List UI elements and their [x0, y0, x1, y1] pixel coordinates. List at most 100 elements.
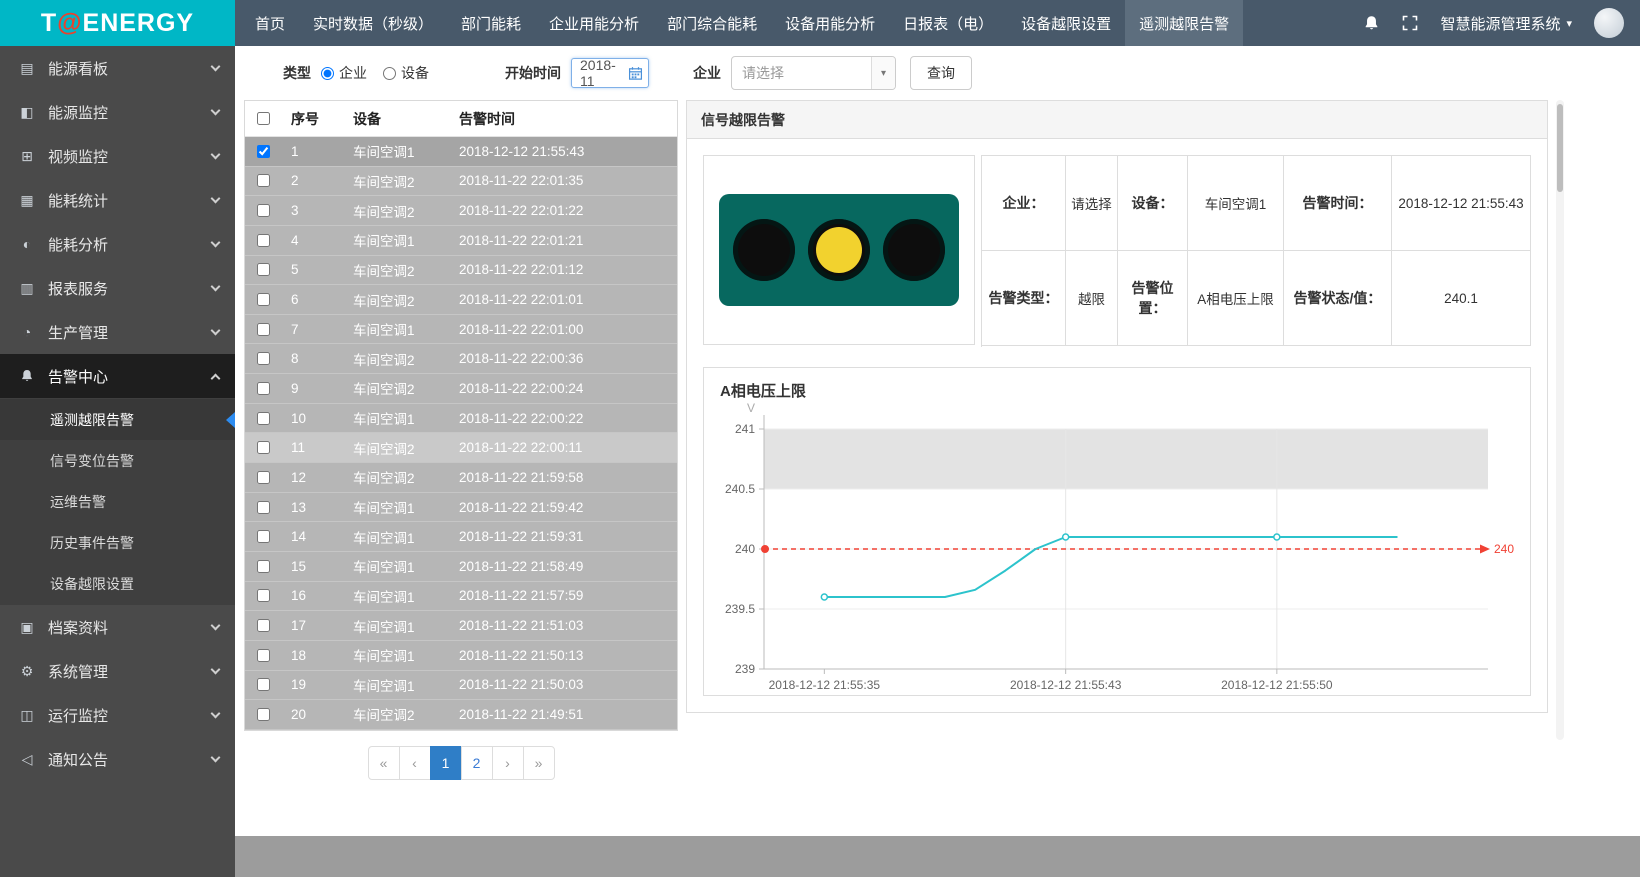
sidebar-subitem-4[interactable]: 历史事件告警: [0, 522, 235, 563]
pagination-prev[interactable]: ‹: [399, 746, 431, 780]
row-checkbox[interactable]: [257, 649, 270, 662]
select-all-checkbox[interactable]: [257, 112, 270, 125]
row-checkbox[interactable]: [257, 708, 270, 721]
folder-icon: ▣: [18, 619, 36, 636]
row-no: 20: [281, 707, 353, 722]
table-row[interactable]: 9车间空调22018-11-22 22:00:24: [245, 374, 677, 404]
row-checkbox[interactable]: [257, 560, 270, 573]
sidebar-item-12[interactable]: ◁通知公告: [0, 737, 235, 781]
nav-item-6[interactable]: 设备用能分析: [771, 0, 889, 46]
table-row[interactable]: 17车间空调12018-11-22 21:51:03: [245, 611, 677, 641]
fullscreen-icon[interactable]: [1402, 15, 1418, 31]
row-checkbox[interactable]: [257, 412, 270, 425]
row-no: 17: [281, 618, 353, 633]
megaphone-icon: ◁: [18, 751, 36, 768]
table-row[interactable]: 15车间空调12018-11-22 21:58:49: [245, 552, 677, 582]
row-checkbox[interactable]: [257, 501, 270, 514]
row-no: 14: [281, 529, 353, 544]
row-checkbox[interactable]: [257, 619, 270, 632]
row-checkbox[interactable]: [257, 471, 270, 484]
sidebar-item-3[interactable]: ⊞视频监控: [0, 134, 235, 178]
sidebar-subitem-1[interactable]: 遥测越限告警: [0, 399, 235, 440]
sidebar-item-8[interactable]: 告警中心: [0, 354, 235, 398]
row-checkbox[interactable]: [257, 352, 270, 365]
table-row[interactable]: 16车间空调12018-11-22 21:57:59: [245, 582, 677, 612]
pagination-next[interactable]: ›: [492, 746, 524, 780]
pagination-last[interactable]: »: [523, 746, 555, 780]
table-row[interactable]: 8车间空调22018-11-22 22:00:36: [245, 344, 677, 374]
threshold-label: 240: [1494, 542, 1514, 556]
nav-item-5[interactable]: 部门综合能耗: [653, 0, 771, 46]
row-no: 18: [281, 648, 353, 663]
row-checkbox[interactable]: [257, 382, 270, 395]
notification-bell-icon[interactable]: [1363, 15, 1380, 32]
row-checkbox[interactable]: [257, 145, 270, 158]
sidebar-item-5[interactable]: ◐能耗分析: [0, 222, 235, 266]
calendar-icon[interactable]: [628, 66, 643, 81]
pagination-page-2[interactable]: 2: [461, 746, 493, 780]
type-radio-device[interactable]: 设备: [383, 63, 429, 83]
scrollbar[interactable]: [1556, 100, 1564, 740]
type-radio-enterprise[interactable]: 企业: [321, 63, 367, 83]
sidebar-subitem-5[interactable]: 设备越限设置: [0, 563, 235, 604]
row-device: 车间空调2: [353, 467, 459, 487]
query-button[interactable]: 查询: [910, 56, 972, 90]
nav-item-7[interactable]: 日报表（电）: [889, 0, 1007, 46]
table-row[interactable]: 7车间空调12018-11-22 22:01:00: [245, 315, 677, 345]
row-checkbox[interactable]: [257, 589, 270, 602]
table-row[interactable]: 11车间空调22018-11-22 22:00:11: [245, 433, 677, 463]
video-grid-icon: ⊞: [18, 148, 36, 165]
table-row[interactable]: 6车间空调22018-11-22 22:01:01: [245, 285, 677, 315]
row-checkbox[interactable]: [257, 441, 270, 454]
sidebar-item-6[interactable]: ▥报表服务: [0, 266, 235, 310]
device-radio[interactable]: [383, 67, 396, 80]
system-menu[interactable]: 智慧能源管理系统 ▾: [1440, 13, 1572, 34]
table-row[interactable]: 3车间空调22018-11-22 22:01:22: [245, 196, 677, 226]
row-checkbox[interactable]: [257, 323, 270, 336]
sidebar-subitem-label: 设备越限设置: [50, 574, 134, 594]
info-value-5: A相电压上限: [1188, 251, 1284, 346]
table-row[interactable]: 19车间空调12018-11-22 21:50:03: [245, 671, 677, 701]
table-row[interactable]: 10车间空调12018-11-22 22:00:22: [245, 404, 677, 434]
pagination-page-1[interactable]: 1: [430, 746, 462, 780]
sidebar-item-1[interactable]: ▤能源看板: [0, 46, 235, 90]
row-checkbox[interactable]: [257, 293, 270, 306]
scrollbar-thumb[interactable]: [1557, 104, 1563, 192]
row-no: 2: [281, 173, 353, 188]
table-row[interactable]: 18车间空调12018-11-22 21:50:13: [245, 641, 677, 671]
table-row[interactable]: 4车间空调12018-11-22 22:01:21: [245, 226, 677, 256]
sidebar-item-4[interactable]: ▦能耗统计: [0, 178, 235, 222]
sidebar-subitem-3[interactable]: 运维告警: [0, 481, 235, 522]
table-row[interactable]: 2车间空调22018-11-22 22:01:35: [245, 167, 677, 197]
nav-item-9[interactable]: 遥测越限告警: [1125, 0, 1243, 46]
start-time-input[interactable]: 2018-11: [571, 58, 649, 88]
nav-item-3[interactable]: 部门能耗: [447, 0, 535, 46]
table-row[interactable]: 20车间空调22018-11-22 21:49:51: [245, 700, 677, 730]
sidebar-subitem-2[interactable]: 信号变位告警: [0, 440, 235, 481]
table-row[interactable]: 1车间空调12018-12-12 21:55:43: [245, 137, 677, 167]
row-checkbox[interactable]: [257, 530, 270, 543]
sidebar-item-2[interactable]: ◧能源监控: [0, 90, 235, 134]
avatar[interactable]: [1594, 8, 1624, 38]
row-checkbox[interactable]: [257, 678, 270, 691]
table-row[interactable]: 14车间空调12018-11-22 21:59:31: [245, 522, 677, 552]
row-checkbox[interactable]: [257, 174, 270, 187]
pagination-first[interactable]: «: [368, 746, 400, 780]
table-row[interactable]: 13车间空调12018-11-22 21:59:42: [245, 493, 677, 523]
sidebar-item-11[interactable]: ◫运行监控: [0, 693, 235, 737]
nav-item-4[interactable]: 企业用能分析: [535, 0, 653, 46]
row-checkbox[interactable]: [257, 234, 270, 247]
enterprise-select[interactable]: 请选择 ▾: [731, 56, 896, 90]
row-checkbox[interactable]: [257, 263, 270, 276]
nav-item-2[interactable]: 实时数据（秒级）: [299, 0, 447, 46]
enterprise-radio[interactable]: [321, 67, 334, 80]
table-row[interactable]: 12车间空调22018-11-22 21:59:58: [245, 463, 677, 493]
sidebar-item-9[interactable]: ▣档案资料: [0, 605, 235, 649]
sidebar-item-7[interactable]: ◔生产管理: [0, 310, 235, 354]
sidebar-item-10[interactable]: ⚙系统管理: [0, 649, 235, 693]
table-row[interactable]: 5车间空调22018-11-22 22:01:12: [245, 256, 677, 286]
nav-item-8[interactable]: 设备越限设置: [1007, 0, 1125, 46]
info-label-4: 告警类型：: [982, 251, 1066, 346]
row-checkbox[interactable]: [257, 204, 270, 217]
nav-item-1[interactable]: 首页: [241, 0, 299, 46]
